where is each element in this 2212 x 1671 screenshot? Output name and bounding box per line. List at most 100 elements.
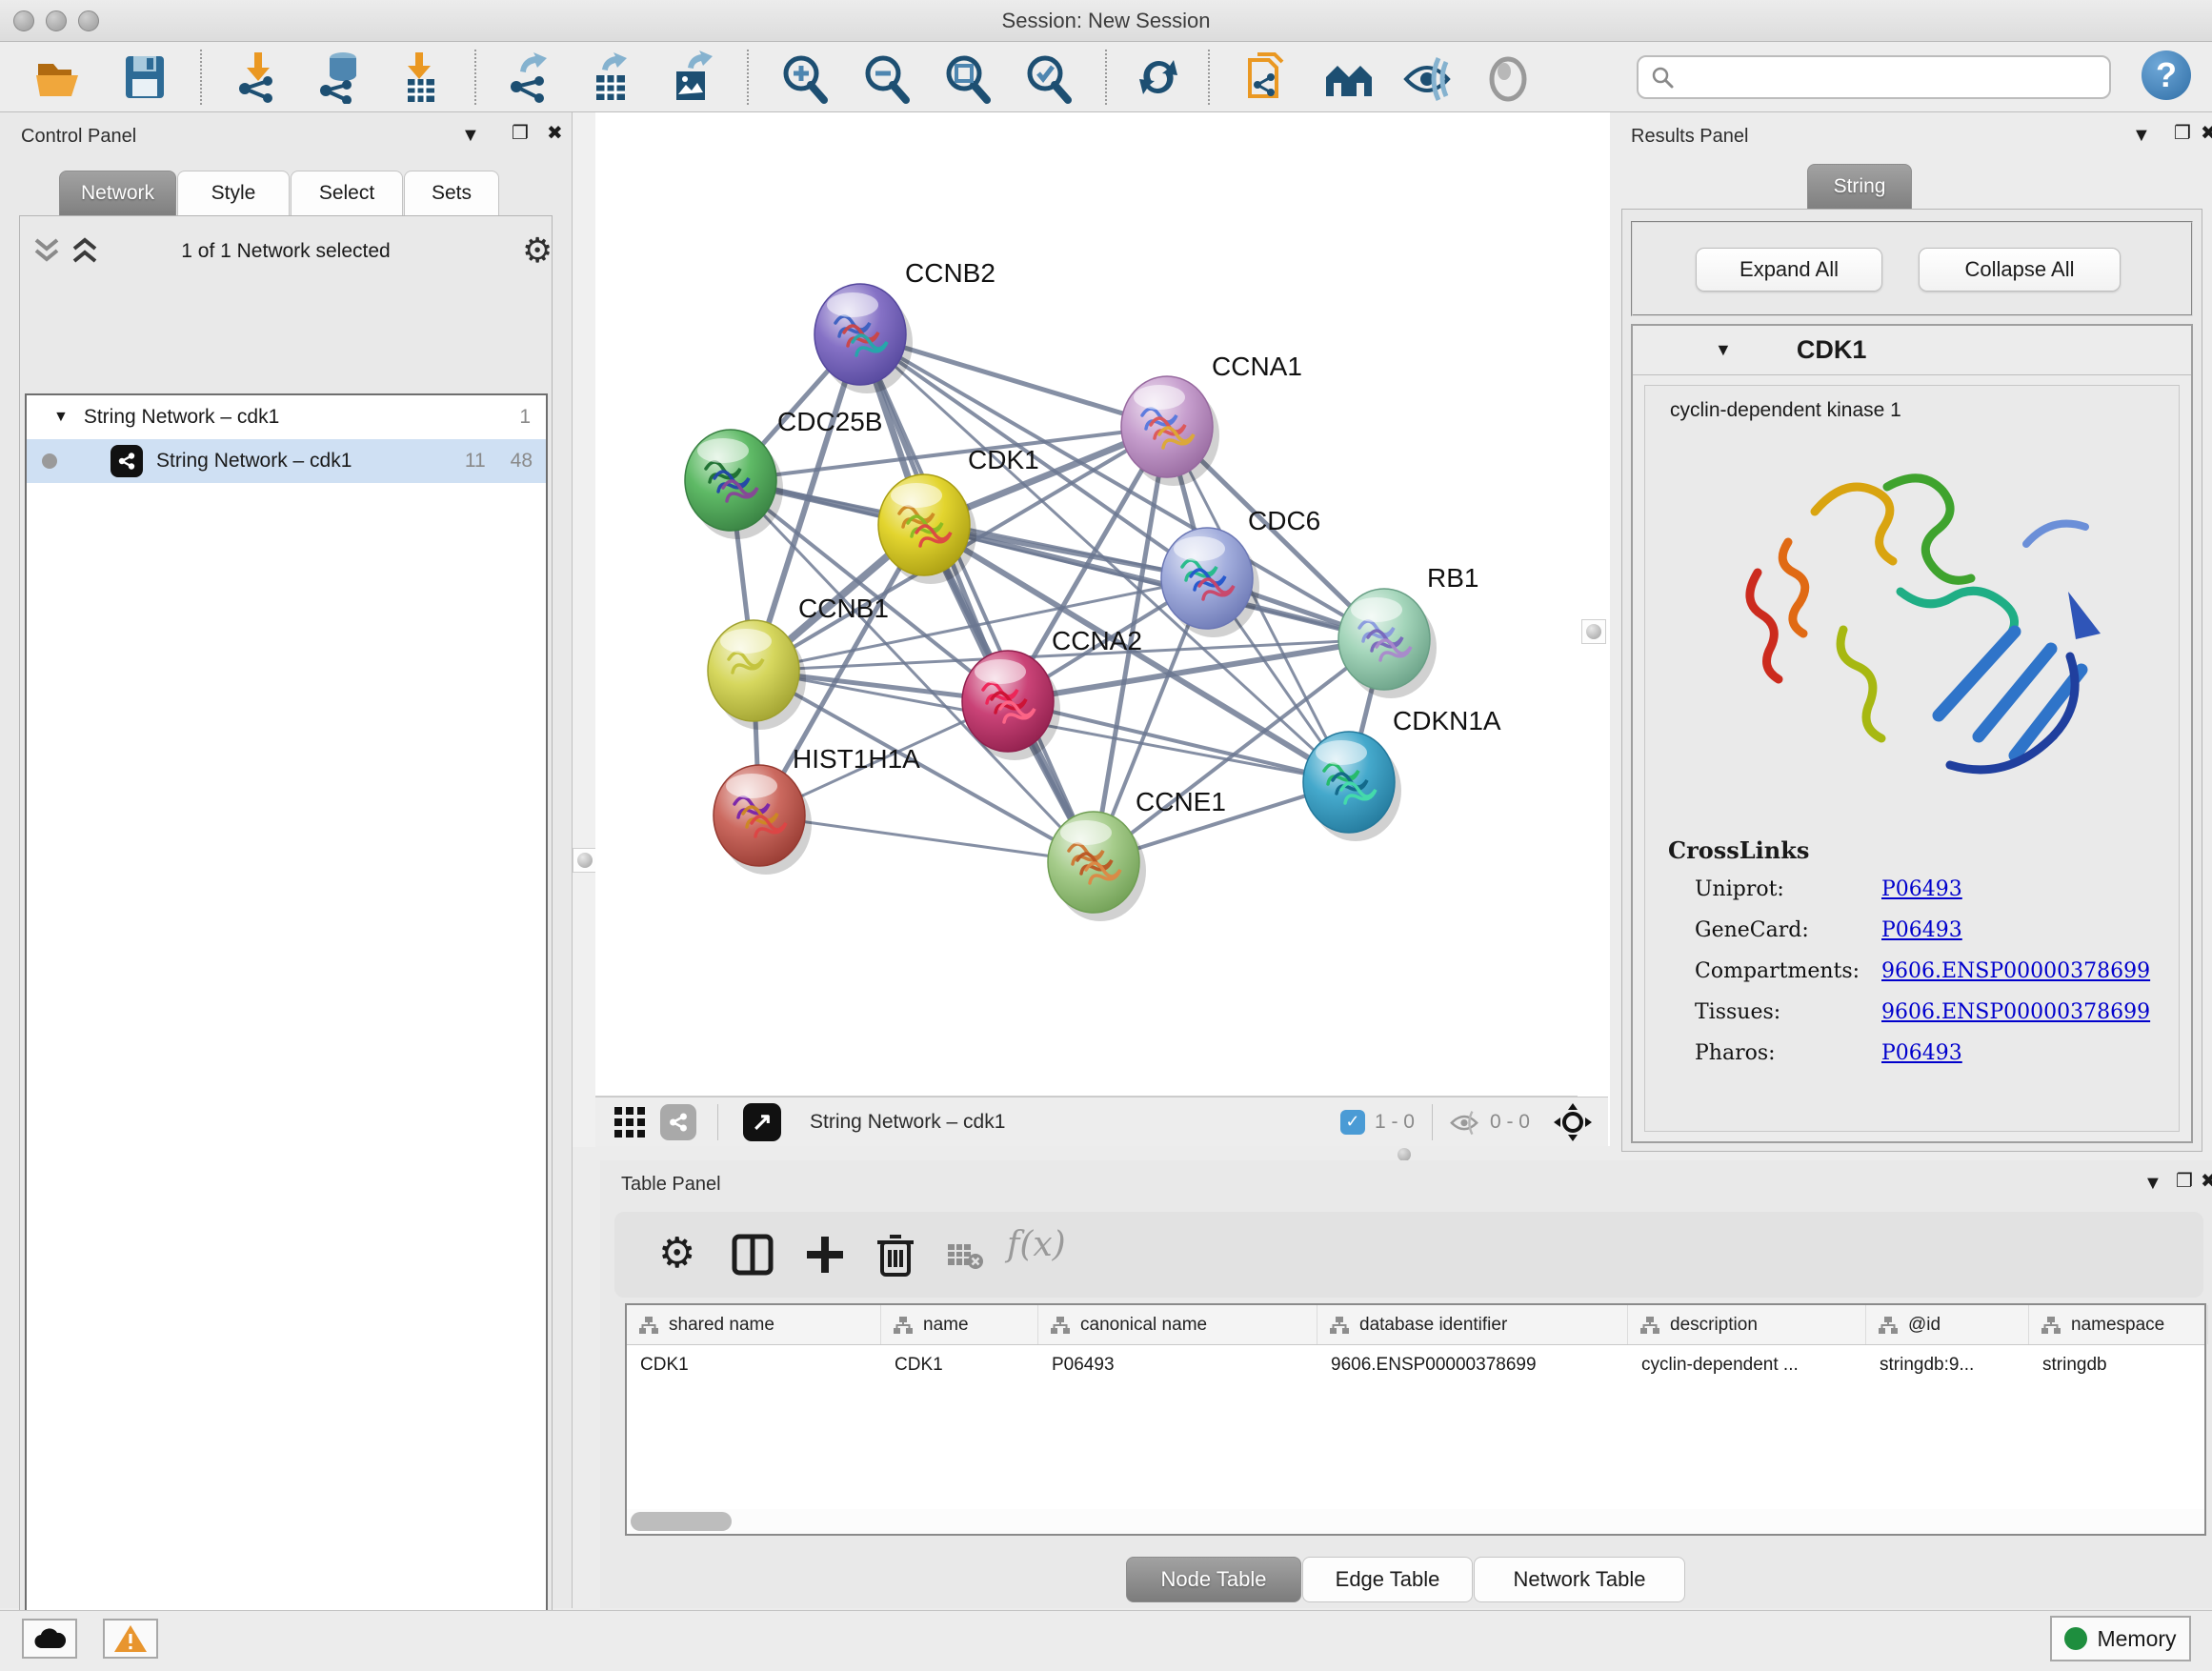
- search-icon: [1650, 65, 1675, 90]
- fit-selected-crosshair-icon[interactable]: [1553, 1102, 1593, 1142]
- delete-column-icon[interactable]: [874, 1231, 917, 1278]
- table-hscrollbar[interactable]: [627, 1509, 2204, 1534]
- zoom-in-icon[interactable]: [776, 50, 830, 104]
- tab-edge-table[interactable]: Edge Table: [1302, 1557, 1473, 1602]
- save-session-icon[interactable]: [118, 50, 171, 104]
- create-column-icon[interactable]: [803, 1233, 847, 1277]
- crosslink-label: GeneCard:: [1695, 918, 1881, 942]
- table-options-gear-icon[interactable]: ⚙: [658, 1229, 695, 1278]
- table-cell[interactable]: CDK1: [627, 1345, 881, 1385]
- function-builder-icon[interactable]: f(x): [1007, 1225, 1066, 1264]
- table-cell[interactable]: stringdb: [2029, 1345, 2208, 1385]
- table-cell[interactable]: P06493: [1038, 1345, 1317, 1385]
- tab-select[interactable]: Select: [291, 171, 403, 216]
- column-header[interactable]: shared name: [627, 1305, 881, 1344]
- table-hscrollbar-thumb[interactable]: [631, 1512, 732, 1531]
- hide-selected-icon[interactable]: [1400, 50, 1454, 104]
- column-header[interactable]: database identifier: [1317, 1305, 1628, 1344]
- gene-description: cyclin-dependent kinase 1: [1670, 399, 2179, 422]
- memory-button[interactable]: Memory: [2050, 1616, 2191, 1661]
- results-panel-float-icon[interactable]: ❐: [2174, 124, 2191, 143]
- help-icon[interactable]: ?: [2142, 50, 2191, 100]
- left-splitter-grip[interactable]: [573, 848, 597, 873]
- control-panel-close-icon[interactable]: ✖: [547, 124, 563, 143]
- results-panel-close-icon[interactable]: ✖: [2201, 124, 2212, 143]
- table-panel-float-icon[interactable]: ❐: [2176, 1172, 2193, 1191]
- network-edge[interactable]: [860, 334, 1094, 862]
- right-splitter-grip[interactable]: [1581, 619, 1606, 644]
- crosslinks-list: Uniprot:P06493GeneCard:P06493Compartment…: [1695, 877, 2179, 1065]
- table-panel-menu-icon[interactable]: ▼: [2143, 1174, 2162, 1193]
- table-panel-close-icon[interactable]: ✖: [2201, 1172, 2212, 1191]
- network-options-gear-icon[interactable]: ⚙: [522, 231, 553, 271]
- gene-expander-icon[interactable]: ▼: [1715, 340, 1732, 360]
- table-cell[interactable]: stringdb:9...: [1866, 1345, 2029, 1385]
- column-header[interactable]: description: [1628, 1305, 1866, 1344]
- table-cell[interactable]: cyclin-dependent ...: [1628, 1345, 1866, 1385]
- import-network-database-icon[interactable]: [314, 50, 368, 104]
- tab-network[interactable]: Network: [59, 171, 176, 216]
- network-view-type-icon[interactable]: [660, 1104, 696, 1140]
- column-header[interactable]: @id: [1866, 1305, 2029, 1344]
- tab-string[interactable]: String: [1807, 164, 1912, 210]
- toolbar-divider: [747, 50, 749, 105]
- show-hidden-icon[interactable]: [1481, 50, 1535, 104]
- zoom-selected-icon[interactable]: [1020, 50, 1074, 104]
- left-splitter[interactable]: [573, 112, 595, 1147]
- main-toolbar: ?: [0, 42, 2212, 112]
- selected-checkbox-icon[interactable]: ✓: [1340, 1110, 1365, 1135]
- network-collection-row[interactable]: ▼ String Network – cdk1 1: [27, 395, 546, 439]
- network-graph[interactable]: CCNB2CCNA1CDC25BCDK1CDC6RB1CCNB1CCNA2CDK…: [595, 112, 1608, 1097]
- application-window: Session: New Session: [0, 0, 2212, 1671]
- grid-view-icon[interactable]: [613, 1105, 647, 1139]
- network-row[interactable]: String Network – cdk1 11 48: [27, 439, 546, 483]
- table-cell[interactable]: CDK1: [881, 1345, 1038, 1385]
- expand-all-icon[interactable]: [69, 236, 101, 265]
- export-table-icon[interactable]: [583, 50, 636, 104]
- birds-eye-view-icon[interactable]: ↗: [743, 1103, 781, 1141]
- zoom-out-icon[interactable]: [858, 50, 912, 104]
- export-network-icon[interactable]: [503, 50, 556, 104]
- show-all-panels-icon[interactable]: [1322, 50, 1376, 104]
- import-table-file-icon[interactable]: [392, 50, 446, 104]
- crosslink-label: Tissues:: [1695, 1000, 1881, 1024]
- export-image-icon[interactable]: [665, 50, 718, 104]
- collapse-all-icon[interactable]: [30, 236, 63, 265]
- control-panel-menu-icon[interactable]: ▼: [461, 126, 480, 145]
- tab-network-table[interactable]: Network Table: [1474, 1557, 1685, 1602]
- table-cell[interactable]: 9606.ENSP00000378699: [1317, 1345, 1628, 1385]
- results-panel-menu-icon[interactable]: ▼: [2132, 126, 2151, 145]
- open-session-icon[interactable]: [32, 50, 86, 104]
- cloud-status-button[interactable]: [22, 1619, 77, 1659]
- column-header[interactable]: canonical name: [1038, 1305, 1317, 1344]
- expand-all-button[interactable]: Expand All: [1696, 248, 1882, 292]
- column-header[interactable]: name: [881, 1305, 1038, 1344]
- crosslink-link[interactable]: P06493: [1881, 1041, 1962, 1065]
- window-title: Session: New Session: [0, 9, 2212, 33]
- delete-table-icon[interactable]: [946, 1240, 984, 1271]
- table-body: CDK1CDK1P064939606.ENSP00000378699cyclin…: [627, 1345, 2204, 1385]
- column-header[interactable]: namespace: [2029, 1305, 2208, 1344]
- control-panel-float-icon[interactable]: ❐: [512, 124, 529, 143]
- crosslink-link[interactable]: P06493: [1881, 877, 1962, 901]
- table-row[interactable]: CDK1CDK1P064939606.ENSP00000378699cyclin…: [627, 1345, 2204, 1385]
- warning-status-button[interactable]: [103, 1619, 158, 1659]
- crosslink-link[interactable]: 9606.ENSP00000378699: [1881, 959, 2150, 983]
- apply-layout-icon[interactable]: [1132, 50, 1185, 104]
- collapse-all-button[interactable]: Collapse All: [1919, 248, 2121, 292]
- tab-style[interactable]: Style: [177, 171, 290, 216]
- search-input[interactable]: [1675, 66, 2109, 90]
- node-label: HIST1H1A: [793, 744, 920, 774]
- import-network-file-icon[interactable]: [231, 50, 285, 104]
- crosslink-link[interactable]: P06493: [1881, 918, 1962, 942]
- crosslink-link[interactable]: 9606.ENSP00000378699: [1881, 1000, 2150, 1024]
- tab-sets[interactable]: Sets: [404, 171, 499, 216]
- gene-section-header[interactable]: ▼ CDK1: [1633, 326, 2191, 375]
- tab-node-table[interactable]: Node Table: [1126, 1557, 1301, 1602]
- right-splitter[interactable]: [1578, 112, 1610, 1147]
- current-network-name: String Network – cdk1: [810, 1111, 1005, 1134]
- show-columns-icon[interactable]: [731, 1233, 774, 1277]
- zoom-fit-icon[interactable]: [939, 50, 993, 104]
- clone-network-icon[interactable]: [1240, 50, 1294, 104]
- collection-expander-icon[interactable]: ▼: [53, 409, 69, 426]
